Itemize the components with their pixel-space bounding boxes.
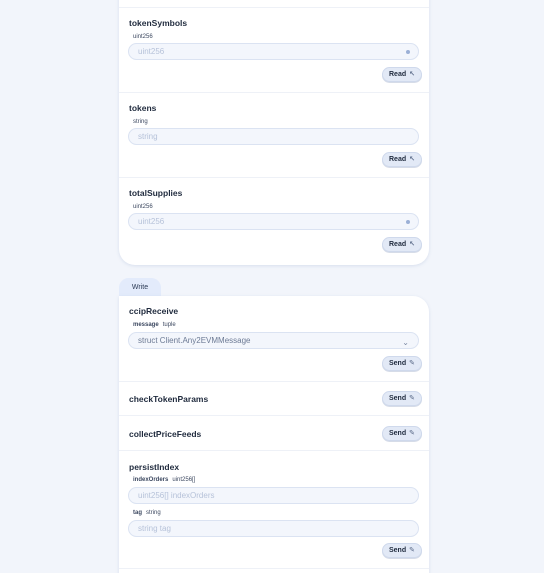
read-button[interactable]: Read ↖: [382, 237, 422, 252]
cursor-icon: ↖: [409, 156, 415, 163]
send-button[interactable]: Send ✎: [382, 426, 422, 441]
divider: [119, 92, 429, 93]
send-button-label: Send: [389, 547, 407, 554]
divider: [119, 177, 429, 178]
param-type: tuple: [162, 322, 176, 328]
send-icon: ✎: [409, 360, 415, 367]
send-button-label: Send: [389, 430, 407, 437]
param-name: message: [133, 322, 159, 328]
param-row: tag string: [133, 510, 161, 516]
send-icon: ✎: [409, 430, 415, 437]
send-button[interactable]: Send ✎: [382, 391, 422, 406]
divider: [119, 415, 429, 416]
divider: [119, 568, 429, 569]
param-row: message tuple: [133, 322, 176, 328]
input-placeholder: uint256: [138, 47, 165, 56]
input-placeholder: string tag: [138, 524, 171, 533]
read-button-label: Read: [389, 71, 407, 78]
param-type: string: [133, 119, 148, 125]
param-name: indexOrders: [133, 477, 169, 483]
send-icon: ✎: [409, 395, 415, 402]
function-name-tokens: tokens: [129, 103, 157, 113]
function-name-totalSupplies: totalSupplies: [129, 188, 183, 198]
dot-icon: [406, 50, 410, 54]
cursor-icon: ↖: [409, 241, 415, 248]
function-name-checkTokenParams: checkTokenParams: [129, 394, 209, 404]
send-button[interactable]: Send ✎: [382, 356, 422, 371]
send-button[interactable]: Send ✎: [382, 543, 422, 558]
input-placeholder: uint256: [138, 217, 165, 226]
cursor-icon: ↖: [409, 71, 415, 78]
tag-input[interactable]: string tag: [128, 520, 419, 537]
read-button[interactable]: Read ↖: [382, 67, 422, 82]
read-button-label: Read: [389, 156, 407, 163]
param-row: indexOrders uint256[]: [133, 477, 195, 483]
function-name-ccipReceive: ccipReceive: [129, 306, 179, 316]
tab-write[interactable]: Write: [119, 278, 161, 298]
divider: [119, 7, 429, 8]
dot-icon: [406, 220, 410, 224]
totalSupplies-input[interactable]: uint256: [128, 213, 419, 230]
read-button-label: Read: [389, 241, 407, 248]
param-type: uint256[]: [172, 477, 196, 483]
function-name-collectPriceFeeds: collectPriceFeeds: [129, 429, 202, 439]
tokens-input[interactable]: string: [128, 128, 419, 145]
chevron-down-icon: ⌄: [402, 338, 409, 347]
function-name-tokenSymbols: tokenSymbols: [129, 18, 188, 28]
param-type: uint256: [133, 204, 153, 210]
input-placeholder: uint256[] indexOrders: [138, 491, 215, 500]
param-type: uint256: [133, 34, 153, 40]
param-type: string: [146, 510, 161, 516]
input-placeholder: string: [138, 132, 158, 141]
message-select[interactable]: struct Client.Any2EVMMessage ⌄: [128, 332, 419, 349]
send-button-label: Send: [389, 360, 407, 367]
function-name-persistIndex: persistIndex: [129, 462, 180, 472]
param-name: tag: [133, 510, 142, 516]
select-value: struct Client.Any2EVMMessage: [138, 336, 251, 345]
tokenSymbols-input[interactable]: uint256: [128, 43, 419, 60]
read-button[interactable]: Read ↖: [382, 152, 422, 167]
divider: [119, 450, 429, 451]
divider: [119, 381, 429, 382]
send-button-label: Send: [389, 395, 407, 402]
send-icon: ✎: [409, 547, 415, 554]
indexOrders-input[interactable]: uint256[] indexOrders: [128, 487, 419, 504]
